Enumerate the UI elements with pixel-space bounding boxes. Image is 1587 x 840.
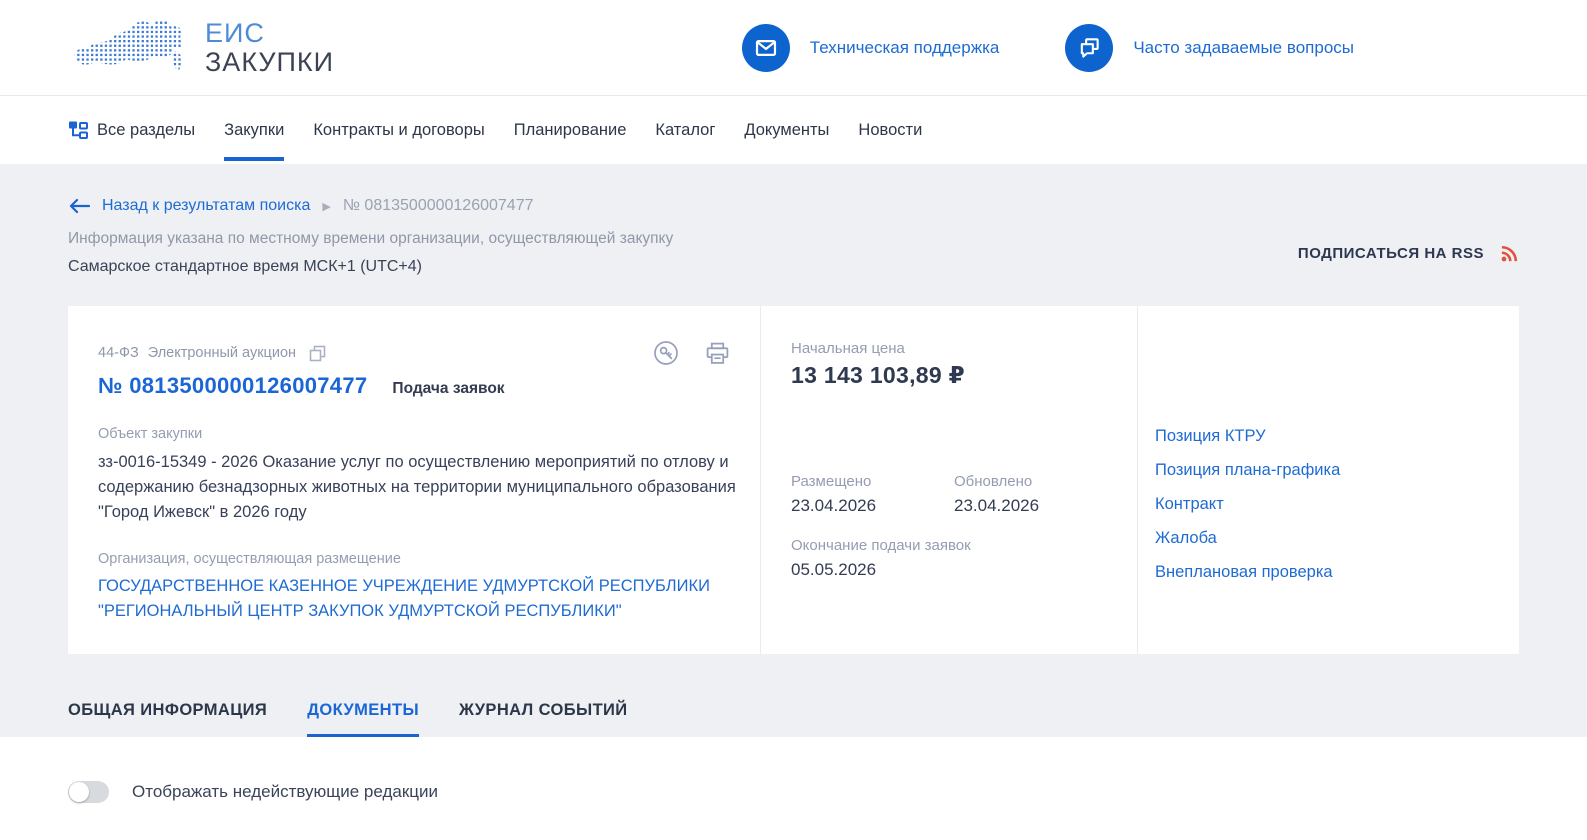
price-column: Начальная цена 13 143 103,89 ₽ Размещено… (760, 306, 1137, 654)
tech-support-label: Техническая поддержка (809, 37, 1000, 57)
print-icon[interactable] (705, 341, 730, 366)
updated-label: Обновлено (954, 473, 1033, 490)
tab-general-info[interactable]: ОБЩАЯ ИНФОРМАЦИЯ (68, 701, 267, 737)
breadcrumb-separator-icon: ▶ (322, 200, 331, 213)
eis-logo[interactable]: ЕИС ЗАКУПКИ (68, 17, 334, 79)
organization-label: Организация, осуществляющая размещение (98, 551, 401, 567)
copy-icon[interactable] (309, 345, 326, 362)
deadline-date: Окончание подачи заявок 05.05.2026 (791, 537, 1117, 580)
detail-tabs: ОБЩАЯ ИНФОРМАЦИЯ ДОКУМЕНТЫ ЖУРНАЛ СОБЫТИ… (68, 701, 1519, 737)
nav-news[interactable]: Новости (844, 96, 937, 164)
tech-support-link[interactable]: Техническая поддержка (741, 23, 1000, 72)
brand-text: ЕИС ЗАКУПКИ (205, 19, 334, 76)
nav-documents[interactable]: Документы (730, 96, 844, 164)
link-contract[interactable]: Контракт (1155, 496, 1499, 513)
deadline-label: Окончание подачи заявок (791, 537, 971, 554)
toggle-label: Отображать недействующие редакции (132, 782, 439, 801)
placed-date: Размещено 23.04.2026 (791, 473, 954, 516)
updated-date: Обновлено 23.04.2026 (954, 473, 1117, 516)
status-badge: Подача заявок (392, 380, 505, 397)
method-label: Электронный аукцион (147, 345, 297, 361)
timezone-value: Самарское стандартное время МСК+1 (UTC+4… (68, 258, 422, 275)
rss-label: ПОДПИСАТЬСЯ НА RSS (1297, 244, 1484, 262)
tab-event-log[interactable]: ЖУРНАЛ СОБЫТИЙ (459, 701, 628, 737)
rss-icon (1500, 244, 1519, 263)
dates-row: Размещено 23.04.2026 Обновлено 23.04.202… (791, 473, 1117, 516)
law-row: 44-ФЗ Электронный аукцион (98, 340, 736, 366)
back-to-results-link[interactable]: Назад к результатам поиска (102, 197, 310, 215)
back-arrow-icon[interactable] (68, 198, 90, 214)
faq-label: Часто задаваемые вопросы (1133, 37, 1354, 57)
signature-key-icon[interactable] (653, 340, 679, 366)
show-invalid-versions-toggle[interactable] (68, 781, 109, 803)
placed-label: Размещено (791, 473, 872, 490)
object-text: зз-0016-15349 - 2026 Оказание услуг по о… (98, 453, 736, 521)
rss-subscribe-button[interactable]: ПОДПИСАТЬСЯ НА RSS (1298, 244, 1519, 263)
nav-label: Планирование (513, 120, 627, 139)
link-unscheduled-inspection[interactable]: Внеплановая проверка (1155, 564, 1499, 581)
placed-value: 23.04.2026 (791, 496, 877, 515)
toggle-knob (69, 782, 89, 802)
nav-all-sections[interactable]: Все разделы (68, 96, 210, 164)
price-value: 13 143 103,89 ₽ (791, 362, 965, 388)
object-label: Объект закупки (98, 426, 203, 442)
nav-catalog[interactable]: Каталог (641, 96, 730, 164)
updated-value: 23.04.2026 (954, 496, 1040, 515)
app-header: ЕИС ЗАКУПКИ Техническая поддержка Часто … (0, 0, 1587, 95)
mail-icon (741, 23, 790, 72)
timezone-block: Информация указана по местному времени о… (68, 230, 673, 276)
law-label: 44-ФЗ (98, 345, 139, 361)
purchase-main-column: 44-ФЗ Электронный аукцион № 081350000012… (68, 306, 760, 654)
info-row: Информация указана по местному времени о… (68, 230, 1519, 276)
russia-dotted-map-icon (68, 17, 193, 79)
nav-planning[interactable]: Планирование (499, 96, 641, 164)
link-ktru-position[interactable]: Позиция КТРУ (1155, 428, 1499, 445)
related-links-column: Позиция КТРУ Позиция плана-графика Контр… (1137, 306, 1519, 654)
nav-label: Все разделы (97, 120, 196, 139)
timezone-note: Информация указана по местному времени о… (68, 230, 674, 247)
card-action-icons (653, 340, 736, 366)
nav-label: Новости (858, 120, 923, 139)
link-plan-schedule-position[interactable]: Позиция плана-графика (1155, 462, 1499, 479)
content-area: Назад к результатам поиска ▶ № 081350000… (0, 164, 1587, 737)
brand-line2: ЗАКУПКИ (205, 46, 335, 77)
price-label: Начальная цена (791, 340, 905, 357)
nav-label: Контракты и договоры (313, 120, 485, 139)
page: ЕИС ЗАКУПКИ Техническая поддержка Часто … (0, 0, 1587, 840)
nav-label: Закупки (224, 120, 285, 139)
sitemap-tree-icon (68, 120, 88, 140)
breadcrumb-current: № 0813500000126007477 (342, 197, 534, 214)
faq-link[interactable]: Часто задаваемые вопросы (1065, 23, 1354, 72)
faq-chat-icon (1065, 23, 1114, 72)
nav-contracts[interactable]: Контракты и договоры (299, 96, 499, 164)
purchase-card: 44-ФЗ Электронный аукцион № 081350000012… (68, 306, 1519, 654)
purchase-number-link[interactable]: № 0813500000126007477 (98, 373, 367, 399)
link-complaint[interactable]: Жалоба (1155, 530, 1499, 547)
tab-documents[interactable]: ДОКУМЕНТЫ (307, 701, 420, 737)
brand-line1: ЕИС (205, 18, 265, 49)
breadcrumb: Назад к результатам поиска ▶ № 081350000… (68, 164, 1519, 216)
nav-label: Каталог (655, 120, 716, 139)
documents-panel: Отображать недействующие редакции (0, 737, 1587, 840)
number-row: № 0813500000126007477 Подача заявок (98, 373, 736, 399)
nav-label: Документы (744, 120, 830, 139)
toggle-row: Отображать недействующие редакции (68, 781, 1519, 803)
main-nav: Все разделы Закупки Контракты и договоры… (0, 95, 1587, 164)
header-links: Техническая поддержка Часто задаваемые в… (741, 23, 1354, 72)
deadline-value: 05.05.2026 (791, 560, 877, 579)
nav-purchases[interactable]: Закупки (210, 96, 299, 164)
organization-link[interactable]: ГОСУДАРСТВЕННОЕ КАЗЕННОЕ УЧРЕЖДЕНИЕ УДМУ… (98, 574, 718, 624)
